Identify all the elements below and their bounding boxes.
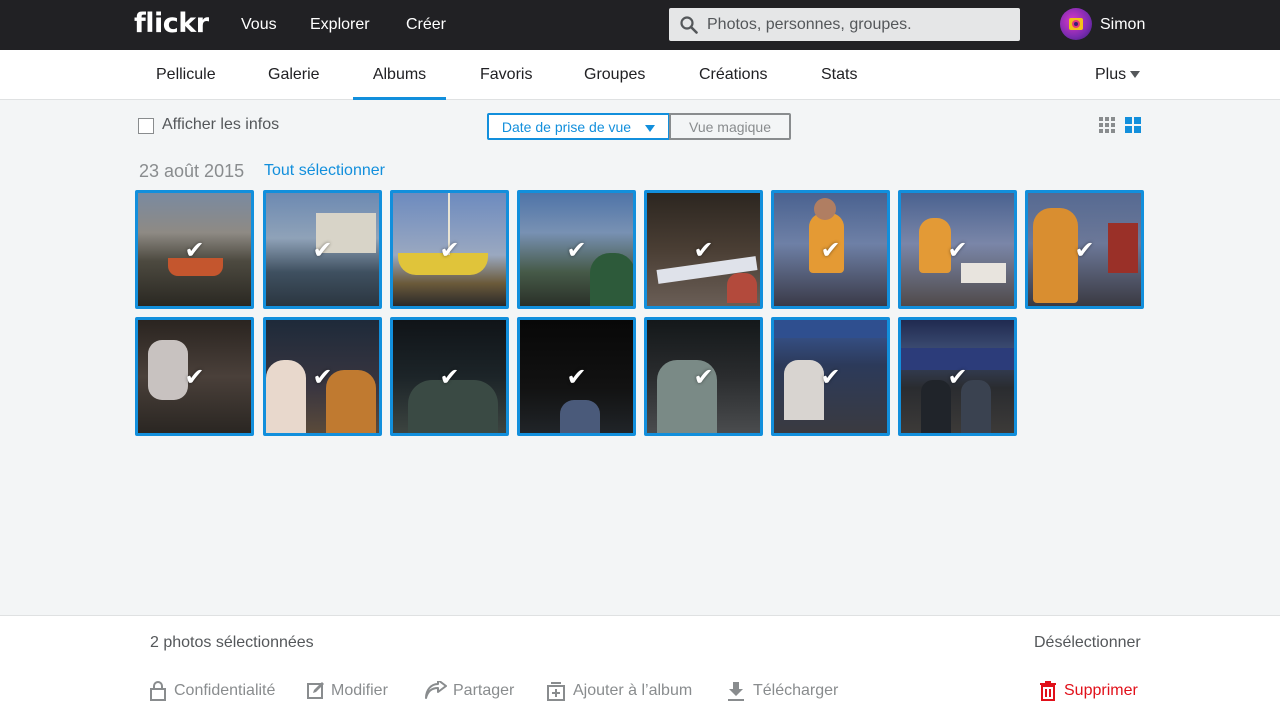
checkmark-icon: ✔ bbox=[439, 235, 460, 264]
tab-galerie[interactable]: Galerie bbox=[268, 50, 320, 100]
photo-tile[interactable]: ✔ bbox=[771, 190, 890, 309]
delete-label: Supprimer bbox=[1064, 682, 1138, 699]
photo-tile[interactable]: ✔ bbox=[771, 317, 890, 436]
nav-creer[interactable]: Créer bbox=[406, 0, 446, 50]
chevron-down-icon bbox=[1130, 71, 1141, 79]
sort-date-label: Date de prise de vue bbox=[501, 119, 632, 135]
photo-tile[interactable]: ✔ bbox=[390, 190, 509, 309]
tab-albums[interactable]: Albums bbox=[353, 50, 446, 100]
tab-stats[interactable]: Stats bbox=[821, 50, 857, 100]
tab-favoris[interactable]: Favoris bbox=[480, 50, 532, 100]
tab-pellicule[interactable]: Pellicule bbox=[156, 50, 216, 100]
checkmark-icon: ✔ bbox=[820, 235, 841, 264]
search-box[interactable] bbox=[669, 8, 1020, 41]
show-info-checkbox[interactable] bbox=[138, 118, 154, 134]
trash-icon bbox=[1040, 681, 1056, 701]
checkmark-icon: ✔ bbox=[184, 235, 205, 264]
group-date: 23 août 2015 bbox=[139, 161, 245, 181]
select-all-link[interactable]: Tout sélectionner bbox=[264, 162, 385, 180]
search-icon bbox=[680, 16, 698, 34]
download-label: Télécharger bbox=[753, 682, 839, 699]
photo-tile[interactable]: ✔ bbox=[263, 317, 382, 436]
share-icon bbox=[425, 681, 447, 699]
checkmark-icon: ✔ bbox=[947, 235, 968, 264]
more-label: Plus bbox=[1095, 66, 1127, 83]
checkmark-icon: ✔ bbox=[1074, 235, 1095, 264]
checkmark-icon: ✔ bbox=[566, 235, 587, 264]
username[interactable]: Simon bbox=[1100, 0, 1145, 50]
privacy-label: Confidentialité bbox=[174, 682, 276, 699]
photo-tile[interactable]: ✔ bbox=[517, 190, 636, 309]
nav-explorer[interactable]: Explorer bbox=[310, 0, 370, 50]
avatar[interactable] bbox=[1060, 8, 1092, 40]
photo-tile[interactable]: ✔ bbox=[263, 190, 382, 309]
download-icon bbox=[728, 682, 744, 701]
checkmark-icon: ✔ bbox=[947, 362, 968, 391]
checkmark-icon: ✔ bbox=[820, 362, 841, 391]
edit-button[interactable]: Modifier bbox=[307, 679, 397, 703]
sort-date-dropdown[interactable]: Date de prise de vue bbox=[487, 113, 670, 140]
large-grid-view-icon[interactable] bbox=[1125, 117, 1141, 133]
selection-bar bbox=[0, 615, 1280, 720]
sort-magic-button[interactable]: Vue magique bbox=[669, 113, 791, 140]
photo-tile[interactable]: ✔ bbox=[898, 317, 1017, 436]
checkmark-icon: ✔ bbox=[312, 235, 333, 264]
photo-sign-text bbox=[774, 320, 887, 338]
photo-tile[interactable]: ✔ bbox=[390, 317, 509, 436]
add-album-icon bbox=[547, 682, 565, 701]
sub-navigation: Pellicule Galerie Albums Favoris Groupes… bbox=[0, 50, 1280, 100]
photo-tile[interactable]: ✔ bbox=[135, 317, 254, 436]
checkmark-icon: ✔ bbox=[312, 362, 333, 391]
delete-button[interactable]: Supprimer bbox=[1040, 679, 1140, 703]
chevron-down-icon bbox=[645, 124, 656, 132]
add-to-album-button[interactable]: Ajouter à l’album bbox=[547, 679, 697, 703]
deselect-button[interactable]: Désélectionner bbox=[1034, 634, 1141, 652]
share-label: Partager bbox=[453, 682, 515, 699]
show-info-label[interactable]: Afficher les infos bbox=[162, 116, 279, 134]
checkmark-icon: ✔ bbox=[184, 362, 205, 391]
checkmark-icon: ✔ bbox=[566, 362, 587, 391]
checkmark-icon: ✔ bbox=[693, 235, 714, 264]
checkmark-icon: ✔ bbox=[439, 362, 460, 391]
checkmark-icon: ✔ bbox=[693, 362, 714, 391]
flickr-logo[interactable]: flickr bbox=[134, 8, 209, 39]
more-menu[interactable]: Plus bbox=[1095, 50, 1141, 99]
top-bar: flickr Vous Explorer Créer Simon bbox=[0, 0, 1280, 50]
nav-vous[interactable]: Vous bbox=[241, 0, 277, 50]
share-button[interactable]: Partager bbox=[425, 679, 520, 703]
search-input[interactable] bbox=[707, 8, 1007, 41]
privacy-button[interactable]: Confidentialité bbox=[150, 679, 280, 703]
photo-tile[interactable]: ✔ bbox=[517, 317, 636, 436]
photo-tile[interactable]: ✔ bbox=[135, 190, 254, 309]
photo-tile[interactable]: ✔ bbox=[644, 190, 763, 309]
avatar-camera-icon bbox=[1069, 18, 1083, 30]
selection-count: 2 photos sélectionnées bbox=[150, 634, 314, 651]
add-to-album-label: Ajouter à l’album bbox=[573, 682, 693, 699]
small-grid-view-icon[interactable] bbox=[1099, 117, 1115, 133]
photo-tile[interactable]: ✔ bbox=[644, 317, 763, 436]
download-button[interactable]: Télécharger bbox=[727, 679, 842, 703]
edit-label: Modifier bbox=[331, 682, 388, 699]
lock-icon bbox=[150, 681, 166, 701]
tab-groupes[interactable]: Groupes bbox=[584, 50, 645, 100]
photo-tile[interactable]: ✔ bbox=[1025, 190, 1144, 309]
edit-icon bbox=[307, 682, 324, 699]
photo-tile[interactable]: ✔ bbox=[898, 190, 1017, 309]
tab-creations[interactable]: Créations bbox=[699, 50, 767, 100]
